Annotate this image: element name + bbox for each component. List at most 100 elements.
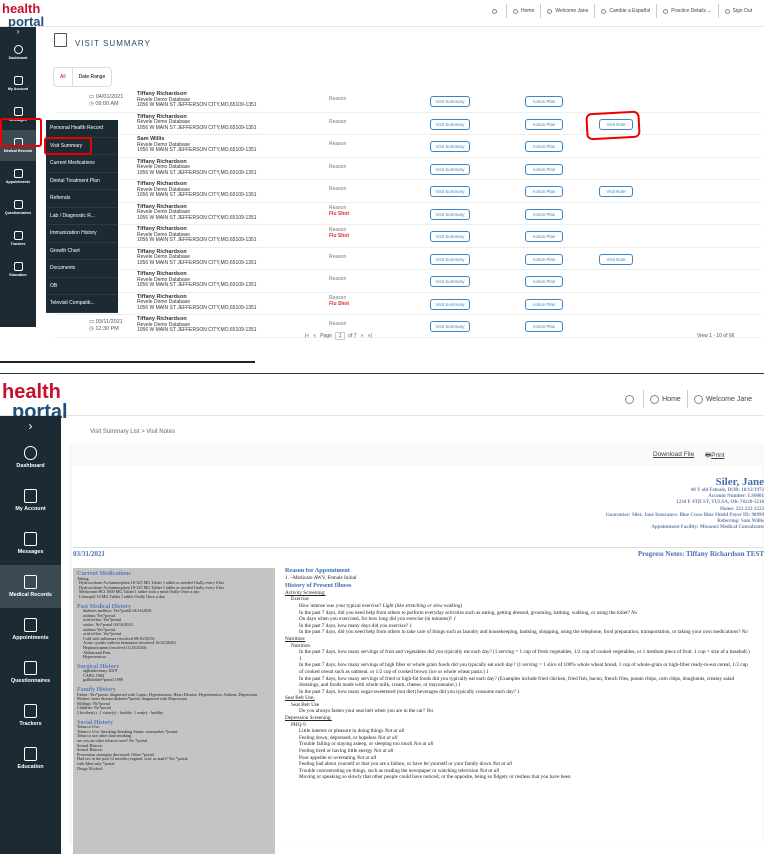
page-number-input[interactable]: 1 [334,332,346,340]
top-nav-item[interactable]: Home [643,390,687,408]
action-plan-button[interactable]: Action Plan [525,186,563,197]
answer: 1 [486,668,489,675]
answer: Not at all [413,741,434,748]
answer: Not at all [479,767,500,774]
top-nav-label: Sign Out [732,8,752,14]
sidebar-item-trackers[interactable]: Trackers [0,223,36,254]
reason-label: Reason [329,163,347,170]
visit-summary-button[interactable]: Visit Summary [430,186,470,197]
visit-summary-button[interactable]: Visit Summary [430,253,470,265]
sidebar-item-education[interactable]: Education [0,737,61,780]
top-nav-item[interactable]: Sign Out [717,4,758,18]
visit-summary-button[interactable]: Visit Summary [430,163,470,175]
visit-summary-button[interactable]: Visit Summary [430,208,470,220]
visit-summary-button[interactable]: Visit Summary [430,321,470,332]
visit-summary-button[interactable]: Visit Summary [430,231,470,242]
top-nav-item[interactable] [486,4,506,18]
sidebar-item-questionnaires[interactable]: Questionnaires [0,651,61,694]
action-plan-button[interactable]: Action Plan [525,208,563,220]
hpi-line: PHQ-9 [285,722,751,729]
action-plan-button[interactable]: Action Plan [525,321,563,332]
visit-note-button[interactable]: Visit Note [599,186,633,197]
sidebar-toggle[interactable]: › [0,27,36,37]
print-link[interactable]: 🖶Print [705,451,725,462]
menu-item-ob[interactable]: OB [46,278,118,295]
logo[interactable]: health portal [2,2,44,28]
visit-summary-button[interactable]: Visit Summary [430,141,470,152]
envelope-icon [13,107,23,116]
medical-record-icon [23,575,38,589]
reason-label: Reason [329,204,347,211]
breadcrumb[interactable]: Visit Summary List > Visit Notes [90,429,175,435]
highlight-medical-records [0,118,42,147]
sidebar-item-my-account[interactable]: My Account [0,479,61,522]
action-plan-button[interactable]: Action Plan [525,253,563,265]
visit-note-button[interactable]: Visit Note [599,253,633,265]
question: Nutrition [291,642,311,649]
menu-item-referrals[interactable]: Referrals [46,190,118,208]
sidebar-item-messages[interactable]: Messages [0,522,61,565]
provider-info: Tiffany Richardson Revele Demo Database 10… [137,249,257,267]
visit-summary-button[interactable]: Visit Summary [430,118,470,130]
action-plan-button[interactable]: Action Plan [525,276,563,287]
menu-item-current-medications[interactable]: Current Medications [46,155,118,173]
top-nav-item[interactable] [619,390,643,408]
address: 1056 W MAIN ST JEFFERSON CITY,MO,65109-1… [137,102,257,108]
address: 1056 W MAIN ST JEFFERSON CITY,MO,65109-1… [137,124,257,131]
sidebar-item-education[interactable]: Education [0,254,36,285]
prev-page-button[interactable]: « [313,333,316,339]
top-nav-item[interactable]: Home [506,4,540,18]
menu-item-personal-health-record[interactable]: Personal Health Record [46,120,118,138]
next-page-button[interactable]: » [361,333,364,339]
first-page-button[interactable]: |« [305,333,309,339]
top-nav-item[interactable]: Welcome Jane [540,4,594,18]
sidebar-item-appointments[interactable]: Appointments [0,608,61,651]
top-nav-label: Home [662,395,681,403]
menu-item-immunization-history[interactable]: Immunization History [46,225,118,243]
answer: 1 [299,655,302,662]
menu-item-documents[interactable]: Documents [46,260,118,278]
user-icon [547,8,553,14]
visit-summary-button[interactable]: Visit Summary [430,298,470,310]
sidebar-item-dashboard[interactable]: Dashboard [0,37,36,68]
menu-item-dental-treatment-plan[interactable]: Dental Treatment Plan [46,173,118,190]
action-plan-button[interactable]: Action Plan [525,141,563,152]
family-history-list: Father: Yes*portal, diagnosed with Lupus… [77,692,271,716]
download-file-link[interactable]: Download File [653,451,694,458]
top-nav-item[interactable]: Practice Details ⌄ [656,4,717,18]
visit-summary-button[interactable]: Visit Summary [430,96,470,107]
hpi-line: Little interest or pleasure in doing thi… [285,728,751,735]
sidebar-item-appointments[interactable]: Appointments [0,161,36,192]
medical-history-list: diabetes mellitus: Yes*portal 04/16/2020… [77,609,271,660]
question: PHQ-9 [291,721,306,728]
filter-all-tab[interactable]: All [54,68,73,86]
sidebar-item-questionnaires[interactable]: Questionnaires [0,192,36,223]
menu-item-televisit-compatib[interactable]: Televisit Compatib... [46,295,118,313]
last-page-button[interactable]: »| [368,333,372,339]
sidebar-item-my-account[interactable]: My Account [0,68,36,99]
menu-item-growth-chart[interactable]: Growth Chart [46,243,118,260]
visit-notes-screen: health portal Home Welcome Jane › Dashboar… [0,374,764,854]
sidebar-item-trackers[interactable]: Trackers [0,694,61,737]
flu-shot-label: Flu Shot [329,300,349,307]
hpi-line: In the past 7 days, did you need help fr… [285,629,751,636]
reason-label: Reason [329,294,347,301]
action-plan-button[interactable]: Action Plan [525,231,563,242]
menu-item-lab-diagnostic-r[interactable]: Lab / Diagnostic R... [46,208,118,225]
answer: Not at all [377,734,398,741]
sidebar-toggle[interactable]: › [0,416,61,436]
top-nav-item[interactable]: Welcome Jane [686,390,758,408]
answer: 1 [409,622,412,629]
sidebar-item-medical-records[interactable]: Medical Records [0,565,61,608]
action-plan-button[interactable]: Action Plan [525,298,563,310]
filter-date-range-tab[interactable]: Date Range [73,68,112,86]
sidebar-item-dashboard[interactable]: Dashboard [0,436,61,479]
visit-summary-button[interactable]: Visit Summary [430,276,470,287]
table-row: ▭ 03/11/2021 ◷ 12:30 PM Tiffany Richardson… [55,315,761,338]
table-row: Tiffany Richardson Revele Demo Database 10… [55,180,761,203]
action-plan-button[interactable]: Action Plan [525,96,563,107]
top-nav-item[interactable]: Cambie a Español [594,4,656,18]
visit-datetime: ▭ 03/11/2021 ◷ 12:30 PM [89,319,123,333]
action-plan-button[interactable]: Action Plan [525,163,563,175]
action-plan-button[interactable]: Action Plan [525,118,563,130]
